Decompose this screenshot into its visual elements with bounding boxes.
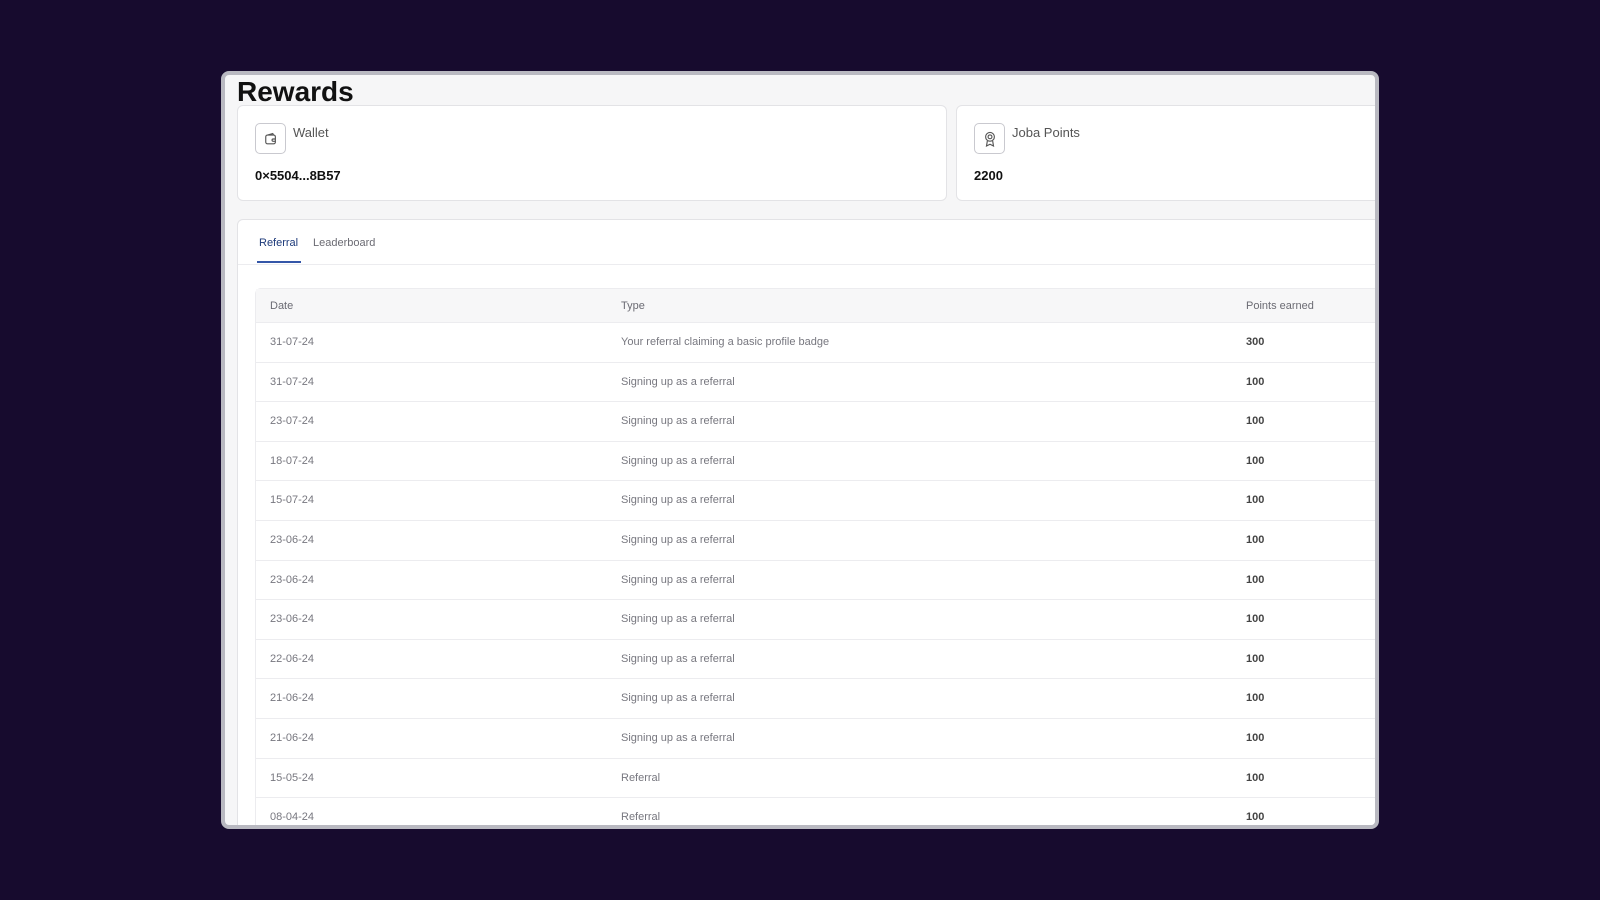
row-date: 22-06-24 <box>270 652 315 665</box>
row-date: 23-06-24 <box>270 613 315 626</box>
row-points: 100 <box>1246 454 1265 467</box>
row-type: Signing up as a referral <box>621 494 735 507</box>
wallet-address: 0×5504...8B57 <box>255 168 341 183</box>
row-points: 100 <box>1246 771 1265 784</box>
wallet-card: Wallet 0×5504...8B57 <box>237 105 947 201</box>
row-type: Signing up as a referral <box>621 454 735 467</box>
table-row: 15-05-24 Referral 100 <box>256 759 1375 799</box>
row-date: 31-07-24 <box>270 375 315 388</box>
row-type: Referral <box>621 771 661 784</box>
row-type: Signing up as a referral <box>621 731 735 744</box>
table-row: 21-06-24 Signing up as a referral 100 <box>256 679 1375 719</box>
referral-table: Date Type Points earned 31-07-24 Your re… <box>255 288 1375 825</box>
row-date: 23-06-24 <box>270 533 315 546</box>
points-card: Joba Points 2200 <box>956 105 1375 201</box>
row-type: Signing up as a referral <box>621 533 735 546</box>
badge-icon <box>974 123 1005 154</box>
row-type: Signing up as a referral <box>621 692 735 705</box>
row-date: 15-05-24 <box>270 771 315 784</box>
points-label: Joba Points <box>1012 125 1080 140</box>
wallet-icon <box>255 123 286 154</box>
row-points: 100 <box>1246 533 1265 546</box>
row-points: 100 <box>1246 375 1265 388</box>
wallet-label: Wallet <box>293 125 329 140</box>
row-date: 23-07-24 <box>270 415 315 428</box>
table-row: 23-07-24 Signing up as a referral 100 <box>256 402 1375 442</box>
row-date: 08-04-24 <box>270 811 315 824</box>
row-date: 21-06-24 <box>270 692 315 705</box>
header-type: Type <box>621 300 645 312</box>
row-date: 21-06-24 <box>270 731 315 744</box>
table-row: 23-06-24 Signing up as a referral 100 <box>256 521 1375 561</box>
row-type: Signing up as a referral <box>621 375 735 388</box>
table-row: 23-06-24 Signing up as a referral 100 <box>256 600 1375 640</box>
page-title: Rewards <box>237 76 354 107</box>
row-points: 100 <box>1246 811 1265 824</box>
row-type: Your referral claiming a basic profile b… <box>621 336 830 348</box>
row-points: 100 <box>1246 692 1265 705</box>
table-row: 08-04-24 Referral 100 <box>256 798 1375 825</box>
row-points: 100 <box>1246 415 1265 428</box>
row-type: Signing up as a referral <box>621 573 735 586</box>
tab-referral[interactable]: Referral <box>257 237 302 263</box>
row-points: 100 <box>1246 613 1265 626</box>
table-row: 15-07-24 Signing up as a referral 100 <box>256 481 1375 521</box>
rewards-panel: Referral Leaderboard Date Type Points ea… <box>237 219 1375 825</box>
row-date: 23-06-24 <box>270 573 315 586</box>
row-points: 100 <box>1246 652 1265 665</box>
row-type: Signing up as a referral <box>621 652 735 665</box>
header-date: Date <box>270 300 294 312</box>
table-header: Date Type Points earned <box>256 289 1375 323</box>
row-points: 100 <box>1246 731 1265 744</box>
row-date: 18-07-24 <box>270 454 315 467</box>
header-points: Points earned <box>1246 300 1314 312</box>
app-window: Rewards Wallet 0×5504...8B57 Joba Points… <box>221 71 1379 829</box>
table-row: 31-07-24 Your referral claiming a basic … <box>256 323 1375 363</box>
row-date: 31-07-24 <box>270 336 315 348</box>
row-type: Referral <box>621 811 661 824</box>
row-type: Signing up as a referral <box>621 613 735 626</box>
row-points: 100 <box>1246 494 1265 507</box>
row-date: 15-07-24 <box>270 494 315 507</box>
points-value: 2200 <box>974 168 1003 183</box>
row-type: Signing up as a referral <box>621 415 735 428</box>
row-points: 100 <box>1246 573 1265 586</box>
table-row: 23-06-24 Signing up as a referral 100 <box>256 561 1375 601</box>
tab-bar: Referral Leaderboard <box>238 220 1375 265</box>
table-row: 31-07-24 Signing up as a referral 100 <box>256 363 1375 403</box>
row-points: 300 <box>1246 336 1265 348</box>
tab-leaderboard[interactable]: Leaderboard <box>313 237 375 261</box>
table-row: 22-06-24 Signing up as a referral 100 <box>256 640 1375 680</box>
table-row: 18-07-24 Signing up as a referral 100 <box>256 442 1375 482</box>
table-row: 21-06-24 Signing up as a referral 100 <box>256 719 1375 759</box>
